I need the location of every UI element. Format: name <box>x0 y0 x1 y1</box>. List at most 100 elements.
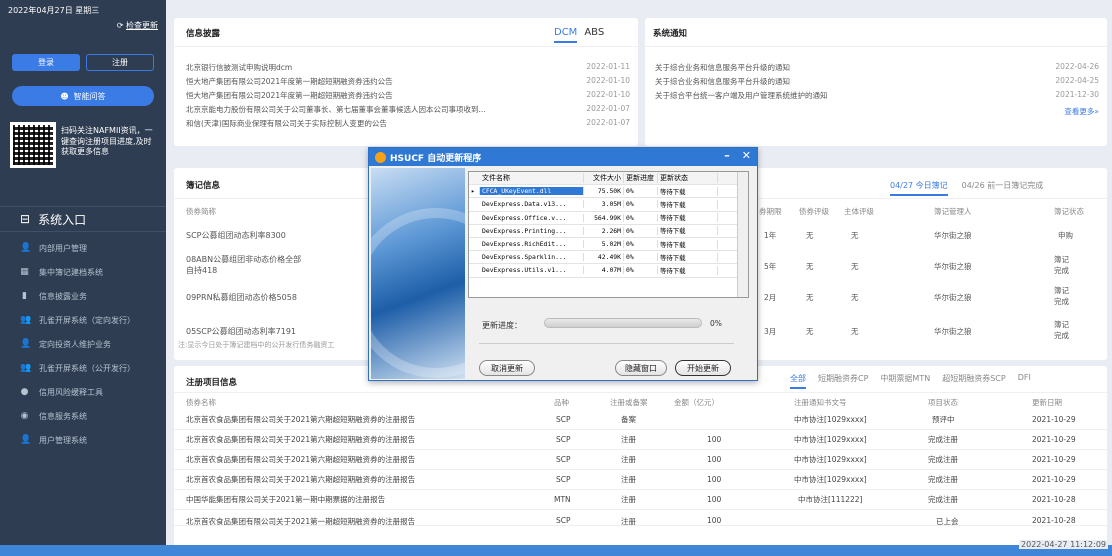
refresh-icon: ⟳ <box>116 21 124 30</box>
login-entry-icon: ⊟ <box>20 212 31 226</box>
sidebar-item-bookkeeping[interactable]: ▦ 集中簿记建档系统 <box>0 260 166 284</box>
sidebar-item-info-service[interactable]: ◉ 信息服务系统 <box>0 404 166 428</box>
smart-qa-button[interactable]: ☻ 智能问答 <box>12 86 154 106</box>
check-update-link[interactable]: ⟳ 检查更新 <box>117 20 158 31</box>
bookkeeping-row-issuer: 无 <box>851 231 859 240</box>
robot-icon: ☻ <box>60 91 69 101</box>
bookkeeping-row-manager: 华尔街之狼 <box>934 262 972 271</box>
registration-header-reg: 注册或备案 <box>610 398 648 407</box>
registration-header-doc: 注册通知书文号 <box>794 398 847 407</box>
bookkeeping-row-name[interactable]: 09PRN私募组团动态价格5058 <box>186 292 297 303</box>
file-row[interactable]: DevExpress.Printing... 2.26M 0% 等待下载 <box>469 225 748 238</box>
app-logo-icon <box>375 151 386 163</box>
tab-abs[interactable]: ABS <box>584 27 604 43</box>
notice-title: 系统通知 <box>653 29 688 39</box>
risk-icon: ● <box>20 387 29 397</box>
bookkeeping-row-issuer: 无 <box>851 262 859 271</box>
grid-icon: ▦ <box>20 267 29 277</box>
registration-header-state: 项目状态 <box>928 398 958 407</box>
bookkeeping-row-issuer: 无 <box>851 327 859 336</box>
register-button[interactable]: 注册 <box>86 54 154 71</box>
disclosure-row[interactable]: 北京京能电力股份有限公司关于公司董事长、第七届董事会董事候选人因本公司事项收到.… <box>186 104 630 115</box>
tab-today-bookkeeping[interactable]: 04/27 今日簿记 <box>890 180 948 196</box>
tab-scp[interactable]: 超短期融资券SCP <box>942 373 1006 389</box>
sidebar-item-peacock-public[interactable]: 👥 孔雀开屏系统（公开发行） <box>0 356 166 380</box>
bookkeeping-row-name[interactable]: 08ABN公募组团非动态价格全部自持418 <box>186 254 306 276</box>
bookkeeping-row-bond: 无 <box>806 262 814 271</box>
file-table: 文件名称 文件大小 更新进度 更新状态 ▸ CFCA_UKeyEvent.dll 75.5… <box>468 171 749 298</box>
bookkeeping-row-term: 5年 <box>764 262 777 271</box>
disclosure-row[interactable]: 恒大地产集团有限公司2021年度第一期超短期融资券违约公告 2022-01-10 <box>186 76 630 87</box>
bookkeeping-row-bond: 无 <box>806 231 814 240</box>
file-row[interactable]: DevExpress.Sparklin... 42.49K 0% 等待下载 <box>469 251 748 265</box>
view-more-link[interactable]: 查看更多» <box>1064 106 1099 117</box>
bookkeeping-header-name: 债券简称 <box>186 207 216 216</box>
notice-row[interactable]: 关于综合业务和信息服务平台升级的通知 2022-04-26 <box>655 62 1099 73</box>
bookkeeping-row-name[interactable]: 05SCP公募组团动态利率7191 <box>186 326 296 337</box>
sidebar-item-peacock-directed[interactable]: 👥 孔雀开屏系统（定向发行） <box>0 308 166 332</box>
tab-mtn[interactable]: 中期票据MTN <box>880 373 930 389</box>
table-row[interactable]: 北京首农食品集团有限公司关于2021第六期超短期融资券的注册报告 SCP 备案 中市协… <box>174 410 1107 430</box>
sidebar-item-disclosure[interactable]: ▮ 信息披露业务 <box>0 284 166 308</box>
dialog-titlebar[interactable]: HSUCF 自动更新程序 – ✕ <box>369 148 757 166</box>
tab-cp[interactable]: 短期融资券CP <box>818 373 868 389</box>
sidebar-item-credit-risk[interactable]: ● 信用风险缓释工具 <box>0 380 166 404</box>
file-row[interactable]: DevExpress.Office.v... 564.99K 0% 等待下载 <box>469 212 748 225</box>
status-time: 2022-04-27 11:12:09 <box>1019 540 1108 549</box>
table-row[interactable]: 北京首农食品集团有限公司关于2021第六期超短期融资券的注册报告 SCP 注册 100… <box>174 430 1107 450</box>
bookkeeping-header-manager: 簿记管理人 <box>934 207 972 216</box>
qr-code <box>10 122 56 168</box>
start-update-button[interactable]: 开始更新 <box>675 360 731 376</box>
bookkeeping-header-bond-rating: 债券评级 <box>799 207 829 216</box>
sidebar-item-investor[interactable]: 👤 定向投资人维护业务 <box>0 332 166 356</box>
bookkeeping-row-name[interactable]: SCP公募组团动态利率8300 <box>186 230 286 241</box>
file-row[interactable]: ▸ CFCA_UKeyEvent.dll 75.50K 0% 等待下载 <box>469 185 748 199</box>
table-row[interactable]: 北京首农食品集团有限公司关于2021第六期超短期融资券的注册报告 SCP 注册 100… <box>174 450 1107 470</box>
minimize-icon[interactable]: – <box>724 149 730 162</box>
progress-label: 更新进度： <box>482 321 522 330</box>
sidebar-menu: 👤 内部用户管理 ▦ 集中簿记建档系统 ▮ 信息披露业务 👥 孔雀开屏系统（定向发行） … <box>0 236 166 452</box>
user-icon: 👤 <box>20 243 32 253</box>
sidebar: 2022年04月27日 星期三 ⟳ 检查更新 登录 注册 ☻ 智能问答 扫码关注N… <box>0 0 166 545</box>
registration-header-date: 更新日期 <box>1032 398 1062 407</box>
disclosure-row[interactable]: 恒大地产集团有限公司2021年度第一期超短期融资券违约公告 2022-01-10 <box>186 90 630 101</box>
registration-panel: 注册项目信息 全部 短期融资券CP 中期票据MTN 超短期融资券SCP DFI … <box>174 366 1107 546</box>
hide-window-button[interactable]: 隐藏窗口 <box>615 360 667 376</box>
investor-icon: 👤 <box>20 339 32 349</box>
bookkeeping-header-status: 簿记状态 <box>1054 207 1084 216</box>
dialog-banner-image <box>371 168 465 379</box>
status-bar <box>0 545 1112 556</box>
tab-yesterday-bookkeeping[interactable]: 04/26 前一日簿记完成 <box>962 180 1044 196</box>
bookkeeping-row-manager: 华尔街之狼 <box>934 327 972 336</box>
registration-header-type: 品种 <box>554 398 569 407</box>
login-button[interactable]: 登录 <box>12 54 80 71</box>
sidebar-item-internal-user[interactable]: 👤 内部用户管理 <box>0 236 166 260</box>
notice-row[interactable]: 关于综合业务和信息服务平台升级的通知 2022-04-25 <box>655 76 1099 87</box>
tab-all[interactable]: 全部 <box>790 373 806 389</box>
notice-row[interactable]: 关于综合平台统一客户端及用户管理系统维护的通知 2021-12-30 <box>655 90 1099 101</box>
table-row[interactable]: 北京首农食品集团有限公司关于2021第六期超短期融资券的注册报告 SCP 注册 100… <box>174 470 1107 490</box>
bookkeeping-row-term: 1年 <box>764 231 777 240</box>
people-icon: 👥 <box>20 315 32 325</box>
table-row[interactable]: 北京首农食品集团有限公司关于2021第一期超短期融资券的注册报告 SCP 注册 100… <box>174 510 1107 526</box>
bookkeeping-row-term: 3月 <box>764 327 777 336</box>
close-icon[interactable]: ✕ <box>742 149 751 162</box>
disclosure-panel: 信息披露 DCM ABS 北京银行信披测试申购说明dcm 2022-01-11 恒… <box>174 18 638 146</box>
sidebar-item-user-mgmt[interactable]: 👤 用户管理系统 <box>0 428 166 452</box>
bookkeeping-row-term: 2月 <box>764 293 777 302</box>
cancel-update-button[interactable]: 取消更新 <box>479 360 535 376</box>
file-row[interactable]: DevExpress.Utils.v1... 4.07M 0% 等待下载 <box>469 264 748 278</box>
bookkeeping-row-bond: 无 <box>806 327 814 336</box>
bookkeeping-header-term: 券期限 <box>759 207 782 216</box>
registration-header-name: 债券名称 <box>186 398 216 407</box>
file-table-scrollbar[interactable] <box>737 172 748 297</box>
file-row[interactable]: DevExpress.Data.v13... 3.05M 0% 等待下载 <box>469 198 748 212</box>
bookkeeping-note: 注:显示今日处于簿记建档中的公开发行债务融资工 <box>178 341 335 349</box>
disclosure-row[interactable]: 北京银行信披测试申购说明dcm 2022-01-11 <box>186 62 630 73</box>
disclosure-row[interactable]: 和信(天津)国际商业保理有限公司关于实际控制人变更的公告 2022-01-07 <box>186 118 630 129</box>
disclosure-title: 信息披露 <box>186 29 221 39</box>
table-row[interactable]: 中国华能集团有限公司关于2021第一期中期票据的注册报告 MTN 注册 100 中市协注… <box>174 490 1107 510</box>
tab-dfi[interactable]: DFI <box>1018 373 1031 389</box>
file-row[interactable]: DevExpress.RichEdit... 5.02M 0% 等待下载 <box>469 238 748 252</box>
tab-dcm[interactable]: DCM <box>554 27 578 43</box>
